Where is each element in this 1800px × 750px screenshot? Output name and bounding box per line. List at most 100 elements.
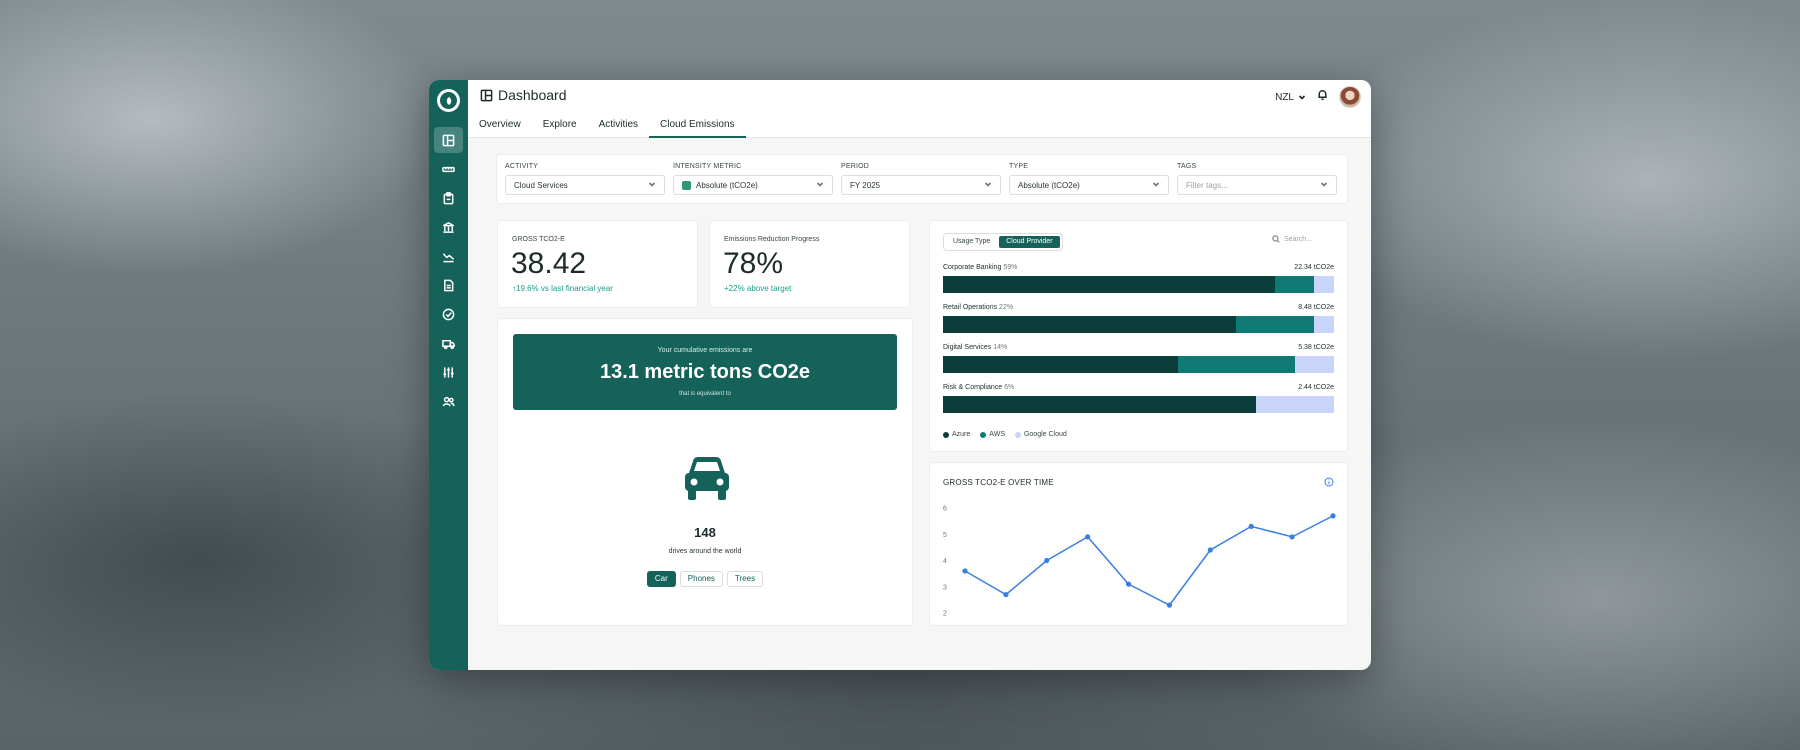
filter-intensity-metric: INTENSITY METRIC Absolute (tCO2e) — [673, 163, 833, 195]
breakdown-row[interactable]: Digital Services 14% 5.38 tCO2e — [943, 344, 1334, 373]
row-percent: 59% — [1003, 264, 1018, 271]
sidebar — [429, 80, 468, 670]
sidebar-item-measure[interactable] — [434, 156, 463, 182]
data-point[interactable] — [1248, 523, 1254, 529]
filter-label: TAGS — [1177, 163, 1197, 170]
usage-type-toggle[interactable]: Usage Type — [946, 236, 997, 248]
y-tick-label: 2 — [943, 611, 947, 618]
chevron-down-icon — [648, 180, 656, 190]
row-total: 5.38 tCO2e — [1298, 344, 1334, 351]
legend-item[interactable]: AWS — [980, 431, 1005, 438]
select-value: Cloud Services — [514, 180, 568, 190]
sidebar-item-dashboard[interactable] — [434, 127, 463, 153]
filter-label: INTENSITY METRIC — [673, 163, 742, 170]
sidebar-item-documents[interactable] — [434, 272, 463, 298]
region-selector[interactable]: NZL — [1275, 92, 1306, 103]
sidebar-item-users[interactable] — [434, 388, 463, 414]
type-select[interactable]: Absolute (tCO2e) — [1009, 175, 1169, 195]
banner-intro: Your cumulative emissions are — [657, 347, 753, 354]
sidebar-item-trends[interactable] — [434, 243, 463, 269]
region-label: NZL — [1275, 91, 1294, 103]
data-point[interactable] — [1085, 534, 1091, 540]
notifications-button[interactable] — [1316, 88, 1329, 106]
filter-bar: ACTIVITY Cloud Services INTENSITY METRIC… — [496, 154, 1348, 204]
data-point[interactable] — [1125, 581, 1132, 587]
tab-bar: Overview Explore Activities Cloud Emissi… — [468, 116, 746, 138]
equivalent-value: 148 — [694, 525, 716, 540]
app-logo[interactable] — [437, 89, 460, 112]
select-value: Absolute (tCO2e) — [696, 180, 758, 190]
equivalent-description: drives around the world — [668, 548, 742, 555]
data-point[interactable] — [1330, 513, 1336, 519]
sidebar-item-settings[interactable] — [434, 359, 463, 385]
trend-icon — [442, 252, 455, 262]
breakdown-row[interactable]: Risk & Compliance 6% 2.44 tCO2e — [943, 384, 1334, 413]
filter-label: TYPE — [1009, 163, 1029, 170]
legend-label: Azure — [952, 431, 971, 438]
tab-cloud-emissions[interactable]: Cloud Emissions — [649, 116, 746, 138]
emissions-over-time-card: GROSS TCO2-E OVER TIME 23456 — [929, 462, 1348, 626]
stat-label: Emissions Reduction Progress — [724, 236, 820, 243]
breakdown-row[interactable]: Retail Operations 22% 8.48 tCO2e — [943, 304, 1334, 333]
car-toggle-button[interactable]: Car — [646, 571, 676, 587]
data-point[interactable] — [1207, 547, 1213, 553]
row-name: Digital Services — [943, 344, 992, 351]
stacked-bar — [943, 396, 1334, 413]
document-icon — [444, 279, 454, 291]
period-select[interactable]: FY 2025 — [841, 175, 1001, 195]
data-point[interactable] — [1289, 534, 1295, 540]
tab-explore[interactable]: Explore — [532, 116, 588, 138]
cumulative-total: 13.1 metric tons CO2e — [599, 361, 811, 383]
app-window: Dashboard Overview Explore Activities Cl… — [429, 80, 1371, 670]
breakdown-search[interactable]: Search... — [1272, 235, 1337, 243]
search-placeholder: Search... — [1284, 235, 1313, 243]
chevron-down-icon — [1298, 95, 1306, 100]
row-percent: 6% — [1004, 384, 1015, 391]
stat-change: +22% above target — [724, 284, 792, 293]
line-chart: 2 3 4 5 6 — [943, 506, 1336, 618]
data-point[interactable] — [962, 568, 968, 574]
sidebar-item-tasks[interactable] — [434, 301, 463, 327]
series-line — [964, 515, 1334, 607]
sidebar-item-transport[interactable] — [434, 330, 463, 356]
bar-segment-aws — [1177, 356, 1295, 373]
row-name: Retail Operations — [943, 304, 998, 311]
activity-select[interactable]: Cloud Services — [505, 175, 665, 195]
sliders-icon — [443, 366, 454, 378]
data-point[interactable] — [1003, 592, 1009, 598]
tab-activities[interactable]: Activities — [588, 116, 649, 138]
filter-tags: TAGS Filter tags... — [1177, 163, 1337, 195]
layout-icon — [442, 134, 455, 146]
legend-item[interactable]: Azure — [943, 431, 970, 438]
select-value: Absolute (tCO2e) — [1018, 180, 1080, 190]
sidebar-item-reports[interactable] — [434, 185, 463, 211]
stacked-bar — [943, 316, 1334, 333]
intensity-metric-select[interactable]: Absolute (tCO2e) — [673, 175, 833, 195]
bar-segment-aws — [1275, 276, 1315, 293]
stat-value: 78% — [723, 247, 784, 280]
data-point[interactable] — [1044, 557, 1050, 564]
sidebar-item-finance[interactable] — [434, 214, 463, 240]
breakdown-row[interactable]: Corporate Banking 59% 22.34 tCO2e — [943, 264, 1334, 293]
cloud-provider-toggle[interactable]: Cloud Provider — [999, 236, 1060, 248]
metric-color-swatch — [682, 180, 691, 190]
tab-overview[interactable]: Overview — [468, 116, 532, 138]
provider-breakdown-card: Usage Type Cloud Provider Search... Corp… — [929, 220, 1348, 452]
avatar[interactable] — [1339, 86, 1361, 108]
stacked-bar — [943, 356, 1334, 373]
phones-toggle-button[interactable]: Phones — [679, 571, 723, 587]
truck-icon — [442, 339, 455, 349]
legend-item[interactable]: Google Cloud — [1014, 431, 1067, 438]
row-percent: 14% — [993, 344, 1008, 351]
stacked-bar — [943, 276, 1334, 293]
data-point[interactable] — [1166, 602, 1173, 608]
row-name: Risk & Compliance — [943, 384, 1003, 391]
y-tick-label: 5 — [943, 532, 947, 539]
row-total: 22.34 tCO2e — [1294, 264, 1334, 271]
filter-period: PERIOD FY 2025 — [841, 163, 1001, 195]
trees-toggle-button[interactable]: Trees — [726, 571, 764, 587]
stat-change: ↑19.6% vs last financial year — [512, 284, 613, 293]
header: Dashboard Overview Explore Activities Cl… — [468, 80, 1371, 138]
page-title: Dashboard — [498, 87, 567, 103]
tags-select[interactable]: Filter tags... — [1177, 175, 1337, 195]
